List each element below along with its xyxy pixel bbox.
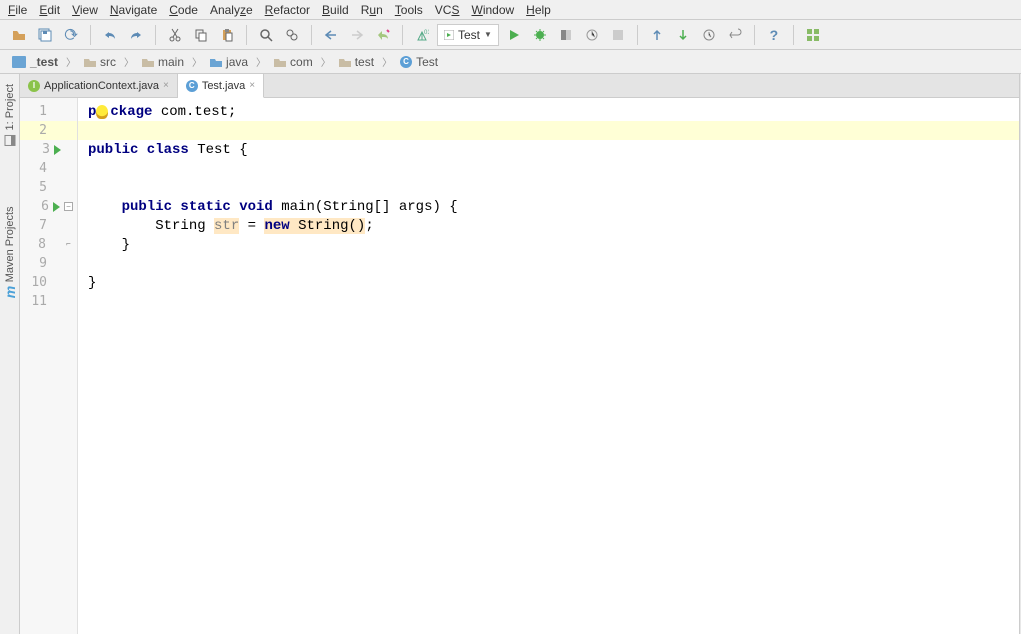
coverage-icon[interactable] xyxy=(555,24,577,46)
folder-icon xyxy=(210,57,222,67)
vcs-revert-icon[interactable] xyxy=(724,24,746,46)
breadcrumb-chevron-icon: 〉 xyxy=(256,54,266,69)
find-icon[interactable] xyxy=(255,24,277,46)
close-tab-icon[interactable]: × xyxy=(249,80,255,91)
menu-tools[interactable]: Tools xyxy=(395,3,423,17)
editor-tab-test[interactable]: C Test.java × xyxy=(178,74,264,98)
breadcrumb-bar: _test 〉 src 〉 main 〉 java 〉 com 〉 test 〉… xyxy=(0,50,1021,74)
folder-icon xyxy=(339,57,351,67)
structure-icon[interactable] xyxy=(802,24,824,46)
main-toolbar: 01 Test ▼ ? xyxy=(0,20,1021,50)
interface-icon: I xyxy=(28,80,40,92)
paste-icon[interactable] xyxy=(216,24,238,46)
run-config-icon xyxy=(444,30,454,40)
sync-icon[interactable] xyxy=(60,24,82,46)
profile-icon[interactable] xyxy=(581,24,603,46)
breadcrumb-chevron-icon: 〉 xyxy=(124,54,134,69)
breadcrumb-test[interactable]: test xyxy=(335,53,378,71)
project-tool-icon xyxy=(4,134,16,146)
menu-code[interactable]: Code xyxy=(169,3,198,17)
maven-icon: m xyxy=(2,286,18,298)
replace-icon[interactable] xyxy=(281,24,303,46)
menu-help[interactable]: Help xyxy=(526,3,551,17)
open-icon[interactable] xyxy=(8,24,30,46)
menu-file[interactable]: File xyxy=(8,3,27,17)
breadcrumb-chevron-icon: 〉 xyxy=(321,54,331,69)
maven-tool-window-button[interactable]: m Maven Projects xyxy=(2,206,18,298)
undo-icon[interactable] xyxy=(99,24,121,46)
breadcrumb-class[interactable]: C Test xyxy=(396,53,442,71)
menu-build[interactable]: Build xyxy=(322,3,349,17)
close-tab-icon[interactable]: × xyxy=(163,80,169,91)
menu-analyze[interactable]: Analyze xyxy=(210,3,253,17)
debug-icon[interactable] xyxy=(529,24,551,46)
copy-icon[interactable] xyxy=(190,24,212,46)
editor-tabs: I ApplicationContext.java × C Test.java … xyxy=(20,74,1019,98)
svg-text:01: 01 xyxy=(424,30,429,36)
intention-bulb-icon[interactable] xyxy=(96,105,108,119)
run-line-icon[interactable] xyxy=(53,202,60,212)
editor-tab-applicationcontext[interactable]: I ApplicationContext.java × xyxy=(20,74,178,97)
redo-icon[interactable] xyxy=(125,24,147,46)
save-all-icon[interactable] xyxy=(34,24,56,46)
vcs-commit-icon[interactable] xyxy=(672,24,694,46)
class-icon: C xyxy=(400,56,412,68)
breadcrumb-chevron-icon: 〉 xyxy=(382,54,392,69)
menu-run[interactable]: Run xyxy=(361,3,383,17)
editor-gutter[interactable]: 1 2 3 4 5 6− 7 8⌐ 9 10 11 xyxy=(20,98,78,634)
fold-icon[interactable]: ⌐ xyxy=(64,240,73,249)
vcs-update-icon[interactable] xyxy=(646,24,668,46)
code-pane[interactable]: pckage com.test; public class Test { pub… xyxy=(78,98,1019,634)
fold-icon[interactable]: − xyxy=(64,202,73,211)
class-icon: C xyxy=(186,80,198,92)
menu-edit[interactable]: Edit xyxy=(39,3,60,17)
project-icon xyxy=(12,56,26,68)
forward-icon[interactable] xyxy=(346,24,368,46)
menu-window[interactable]: Window xyxy=(471,3,514,17)
project-tool-window-button[interactable]: 1: Project xyxy=(4,84,16,146)
menu-refactor[interactable]: Refactor xyxy=(265,3,310,17)
breadcrumb-src[interactable]: src xyxy=(80,53,120,71)
left-tool-sidebar: 1: Project m Maven Projects xyxy=(0,74,20,634)
breadcrumb-chevron-icon: 〉 xyxy=(66,54,76,69)
run-line-icon[interactable] xyxy=(54,145,61,155)
breadcrumb-com[interactable]: com xyxy=(270,53,317,71)
run-icon[interactable] xyxy=(503,24,525,46)
run-config-label: Test xyxy=(458,28,480,42)
last-edit-icon[interactable] xyxy=(372,24,394,46)
menu-view[interactable]: View xyxy=(72,3,98,17)
folder-icon xyxy=(274,57,286,67)
breadcrumb-chevron-icon: 〉 xyxy=(192,54,202,69)
folder-icon xyxy=(84,57,96,67)
help-icon[interactable]: ? xyxy=(763,24,785,46)
folder-icon xyxy=(142,57,154,67)
editor-area: I ApplicationContext.java × C Test.java … xyxy=(20,74,1019,634)
run-config-selector[interactable]: Test ▼ xyxy=(437,24,499,46)
chevron-down-icon: ▼ xyxy=(484,30,492,39)
editor-body[interactable]: 1 2 3 4 5 6− 7 8⌐ 9 10 11 pckage com.tes… xyxy=(20,98,1019,634)
menu-bar: File Edit View Navigate Code Analyze Ref… xyxy=(0,0,1021,20)
back-icon[interactable] xyxy=(320,24,342,46)
menu-vcs[interactable]: VCS xyxy=(435,3,460,17)
build-icon[interactable]: 01 xyxy=(411,24,433,46)
breadcrumb-project[interactable]: _test xyxy=(8,53,62,71)
breadcrumb-java[interactable]: java xyxy=(206,53,252,71)
stop-icon[interactable] xyxy=(607,24,629,46)
menu-navigate[interactable]: Navigate xyxy=(110,3,157,17)
cut-icon[interactable] xyxy=(164,24,186,46)
breadcrumb-main[interactable]: main xyxy=(138,53,188,71)
vcs-history-icon[interactable] xyxy=(698,24,720,46)
